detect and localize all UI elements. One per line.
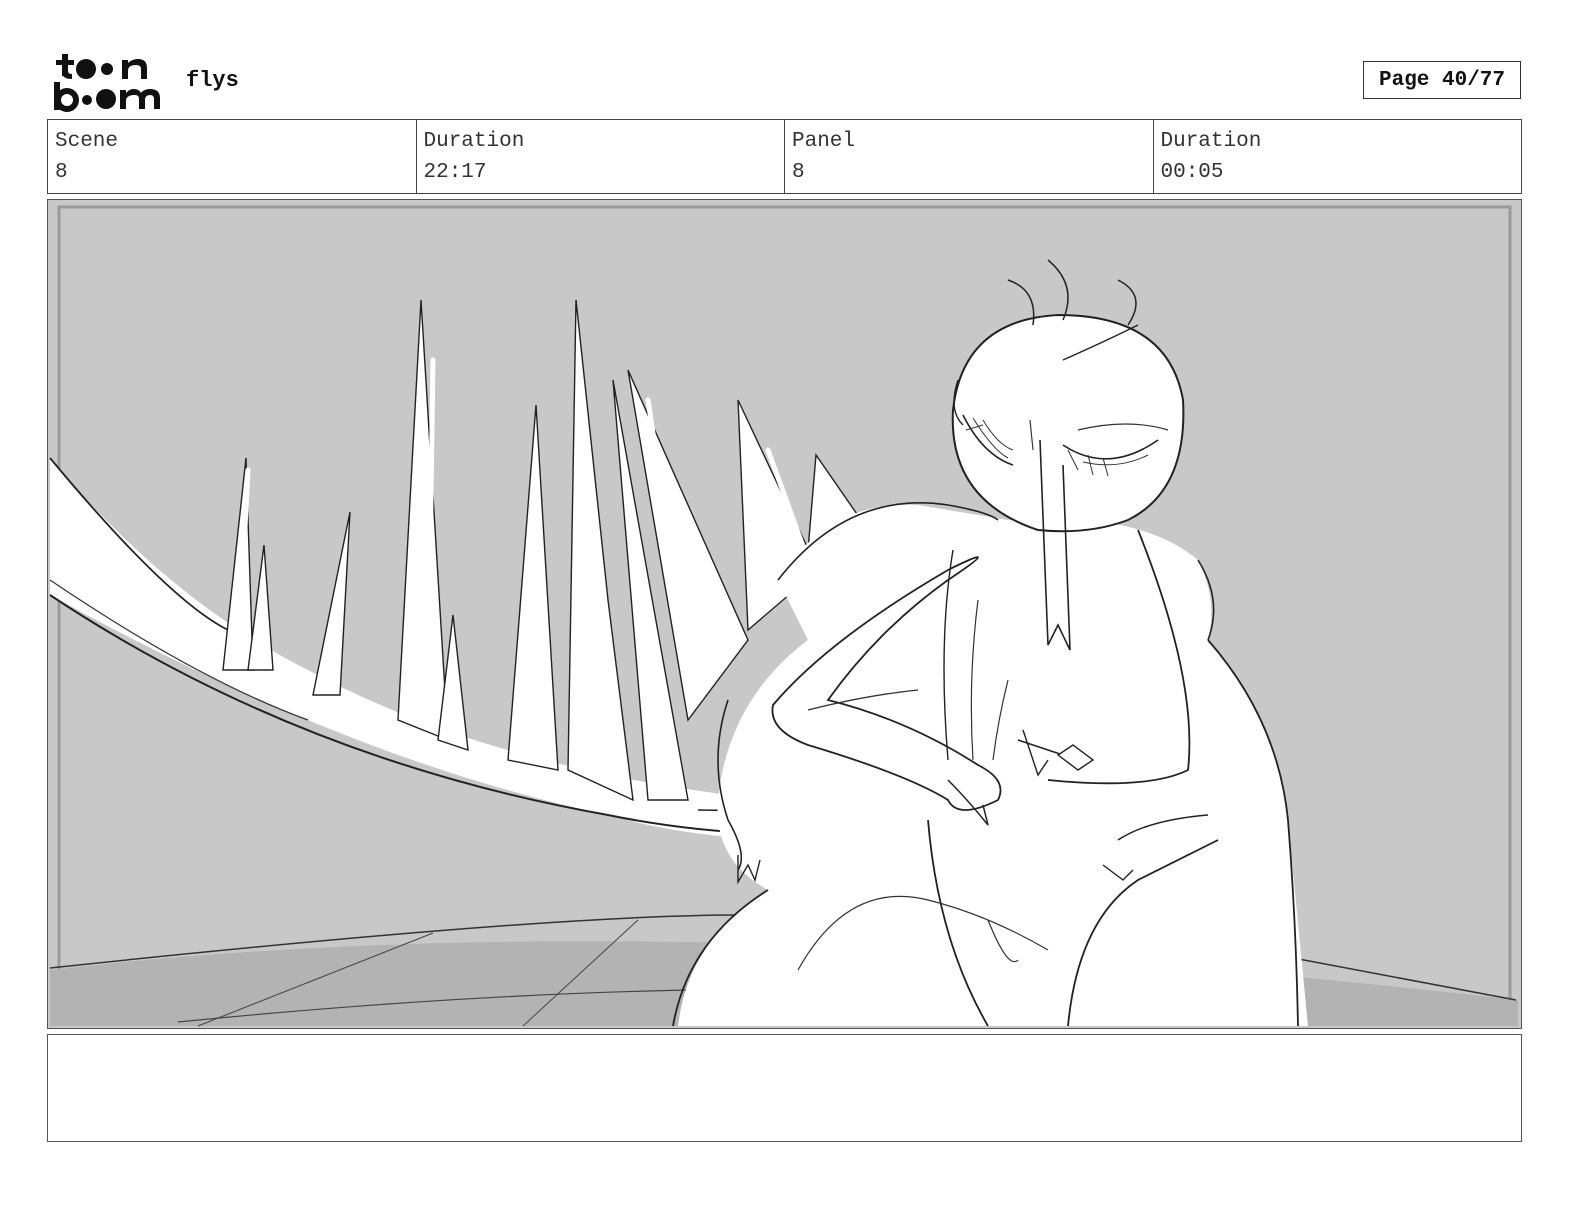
panel-sketch-image xyxy=(48,200,1521,1028)
scene-cell: Scene 8 xyxy=(48,120,417,193)
scene-label: Scene xyxy=(55,130,119,153)
panel-notes-box xyxy=(47,1034,1522,1142)
panel-label: Panel xyxy=(792,130,856,153)
panel-duration-label: Duration xyxy=(1160,130,1262,153)
panel-duration-cell: Duration 00:05 xyxy=(1154,120,1522,193)
scene-duration-label: Duration xyxy=(423,130,525,153)
scene-duration-value: 22:17 xyxy=(423,161,487,184)
page-indicator: Page 40/77 xyxy=(1363,61,1521,99)
panel-value: 8 xyxy=(792,161,805,184)
scene-duration-cell: Duration 22:17 xyxy=(417,120,785,193)
storyboard-panel xyxy=(47,199,1522,1029)
panel-duration-value: 00:05 xyxy=(1160,161,1224,184)
panel-cell: Panel 8 xyxy=(785,120,1154,193)
panel-info-table: Scene 8 Duration 22:17 Panel 8 Duration … xyxy=(47,119,1522,194)
scene-value: 8 xyxy=(55,161,68,184)
project-title: flys xyxy=(186,68,239,93)
toon-boom-logo xyxy=(52,52,164,112)
